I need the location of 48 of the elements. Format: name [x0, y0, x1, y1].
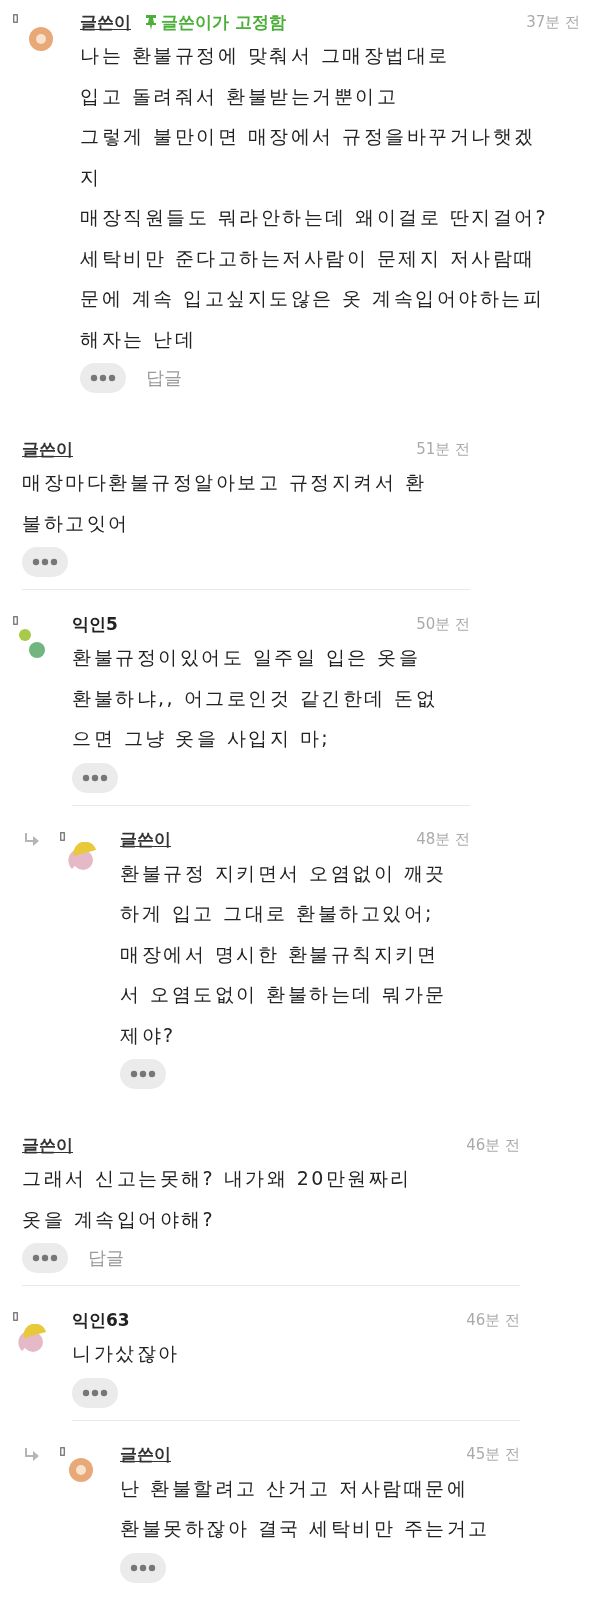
more-button[interactable]	[120, 1059, 166, 1089]
more-icon	[130, 1563, 156, 1572]
pin-icon	[145, 14, 157, 30]
reply-arrow-icon	[24, 1446, 40, 1461]
timestamp: 46분 전	[466, 1135, 520, 1155]
placeholder-icon	[13, 14, 18, 23]
placeholder-icon	[60, 1446, 65, 1456]
author-name[interactable]: 글쓴이	[120, 1443, 171, 1466]
timestamp: 50분 전	[416, 614, 470, 634]
more-button[interactable]	[72, 762, 118, 793]
comment-text: 나는 환불규정에 맞춰서 그매장법대로 입고 돌려줘서 환불받는거뿐이고 그렇게 불만이면 매장에서 규정을바꾸거나햇겠 지 매장직원들도 뭐라안하는데 왜이걸로 딴지걸어? 세탁비만 준다고하는저사람이 문제지 저사람때 문에 계속 입고싶지도않은 옷 계속입어야하는피 해자는 난데	[80, 43, 550, 352]
comment-text: 환불규정 지키면서 오염없이 깨끗 하게 입고 그대로 환불하고있어; 매장에서 명시한 환불규칙지키면 서 오염도없이 환불하는데 뭐가문 제야?	[120, 860, 448, 1048]
author-name[interactable]: 글쓴이	[120, 828, 171, 851]
author-name[interactable]: 익인63	[72, 1308, 130, 1332]
more-icon	[130, 1070, 156, 1078]
placeholder-icon	[13, 616, 18, 625]
timestamp: 46분 전	[466, 1310, 520, 1330]
comment-text: 니가샀잖아	[72, 1341, 181, 1366]
comment-text: 환불규정이있어도 일주일 입은 옷을 환불하냐,, 어그로인것 같긴한데 돈없 으면 그냥 옷을 사입지 마;	[72, 645, 439, 751]
avatar-icon	[18, 1324, 48, 1354]
author-name[interactable]: 글쓴이	[22, 1133, 73, 1157]
comment-text: 매장마다환불규정알아보고 규정지켜서 환 불하고잇어	[22, 470, 428, 536]
avatar-icon	[68, 1456, 94, 1483]
comment-text: 그래서 신고는못해? 내가왜 20만원짜리 옷을 계속입어야해?	[22, 1166, 413, 1232]
more-button[interactable]	[80, 363, 126, 393]
more-button[interactable]	[120, 1552, 166, 1583]
more-icon	[32, 558, 58, 566]
more-icon	[82, 1388, 108, 1397]
more-icon	[82, 773, 108, 782]
author-name[interactable]: 글쓴이	[22, 437, 73, 461]
more-icon	[32, 1254, 58, 1262]
avatar-icon	[28, 26, 54, 52]
reply-arrow-icon	[24, 831, 40, 846]
author-name[interactable]: 익인5	[72, 612, 118, 636]
more-icon	[90, 374, 116, 382]
comment-text: 난 환불할려고 산거고 저사람때문에 환불못하잖아 결국 세탁비만 주는거고	[120, 1475, 491, 1541]
more-button[interactable]	[22, 547, 68, 577]
author-name[interactable]: 글쓴이	[80, 10, 131, 34]
placeholder-icon	[60, 831, 65, 841]
placeholder-icon	[13, 1312, 18, 1321]
pinned-label: 글쓴이가 고정함	[161, 10, 286, 34]
avatar-icon	[68, 841, 98, 872]
timestamp: 37분 전	[526, 12, 580, 32]
more-button[interactable]	[72, 1377, 118, 1408]
timestamp: 45분 전	[466, 1445, 520, 1464]
timestamp: 51분 전	[416, 439, 470, 459]
timestamp: 48분 전	[416, 830, 470, 849]
more-button[interactable]	[22, 1243, 68, 1273]
